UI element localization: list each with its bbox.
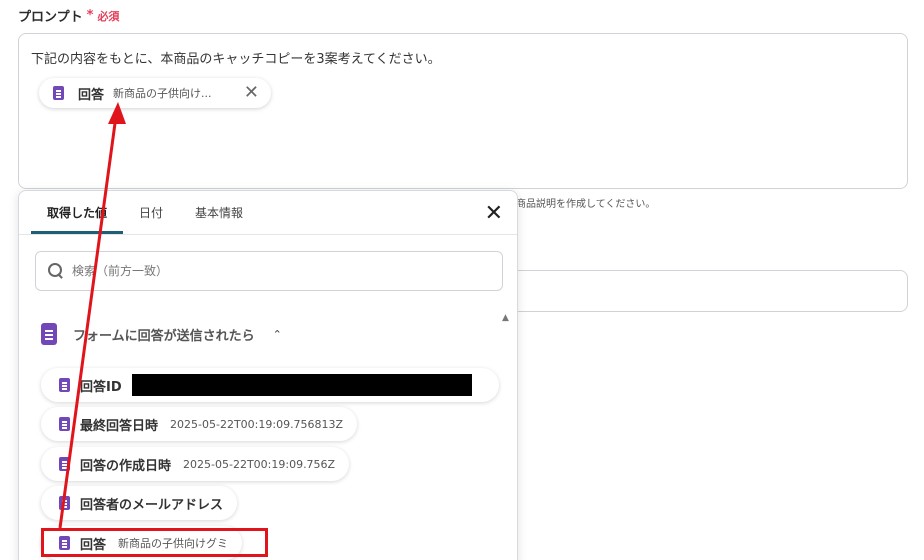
form-trigger-section[interactable]: フォームに回答が送信されたら ⌃: [41, 323, 282, 345]
item-value: 2025-05-22T00:19:09.756Z: [183, 457, 336, 471]
search-icon: [48, 263, 64, 279]
close-icon[interactable]: ✕: [485, 203, 503, 225]
chip-name: 回答: [78, 87, 105, 103]
list-item-last-response-time[interactable]: 最終回答日時 2025-05-22T00:19:09.756813Z: [41, 407, 358, 441]
popup-tabs: 取得した値 日付 基本情報: [31, 191, 259, 235]
list-item-created-time[interactable]: 回答の作成日時 2025-05-22T00:19:09.756Z: [41, 447, 350, 481]
list-item-respondent-email[interactable]: 回答者のメールアドレス: [41, 486, 238, 520]
variable-picker-popup: 取得した値 日付 基本情報 ✕ フォームに回答が送信されたら ⌃ ▲ 回答ID …: [18, 190, 518, 560]
tab-retrieved-values[interactable]: 取得した値: [31, 191, 124, 234]
prompt-label: プロンプト: [18, 10, 83, 25]
scroll-up-arrow[interactable]: ▲: [502, 313, 509, 323]
required-mark: *: [86, 8, 94, 23]
variable-chip[interactable]: 回答 新商品の子供向け... ✕: [39, 78, 271, 108]
search-input[interactable]: [72, 264, 472, 278]
form-doc-icon: [59, 378, 70, 392]
form-doc-icon: [41, 323, 57, 345]
redacted-value: [131, 374, 472, 396]
search-box[interactable]: [35, 251, 503, 291]
prompt-label-row: プロンプト * 必須: [18, 6, 119, 25]
hint-text: 商品説明を作成してください。: [516, 199, 656, 210]
close-icon[interactable]: ✕: [244, 84, 259, 102]
annotation-highlight-box: [41, 528, 268, 557]
form-doc-icon: [59, 417, 70, 431]
tabs-divider: [19, 234, 517, 235]
tab-date[interactable]: 日付: [123, 191, 179, 234]
form-doc-icon: [53, 86, 64, 100]
item-value: 2025-05-22T00:19:09.756813Z: [170, 417, 344, 431]
tab-basic-info[interactable]: 基本情報: [179, 191, 259, 234]
form-doc-icon: [59, 457, 70, 471]
section-label: フォームに回答が送信されたら: [73, 328, 255, 344]
item-name: 最終回答日時: [80, 418, 159, 434]
prompt-text: 下記の内容をもとに、本商品のキャッチコピーを3案考えてください。: [31, 52, 441, 67]
prompt-textarea[interactable]: 下記の内容をもとに、本商品のキャッチコピーを3案考えてください。 回答 新商品の…: [18, 33, 908, 189]
chevron-up-icon[interactable]: ⌃: [273, 328, 282, 341]
background-input[interactable]: [500, 270, 908, 312]
form-doc-icon: [59, 496, 70, 510]
chip-value: 新商品の子供向け...: [113, 87, 212, 100]
list-item-response-id[interactable]: 回答ID: [41, 368, 499, 402]
item-name: 回答ID: [80, 379, 122, 395]
item-name: 回答の作成日時: [80, 458, 172, 474]
item-name: 回答者のメールアドレス: [80, 497, 224, 513]
required-text: 必須: [97, 9, 120, 23]
